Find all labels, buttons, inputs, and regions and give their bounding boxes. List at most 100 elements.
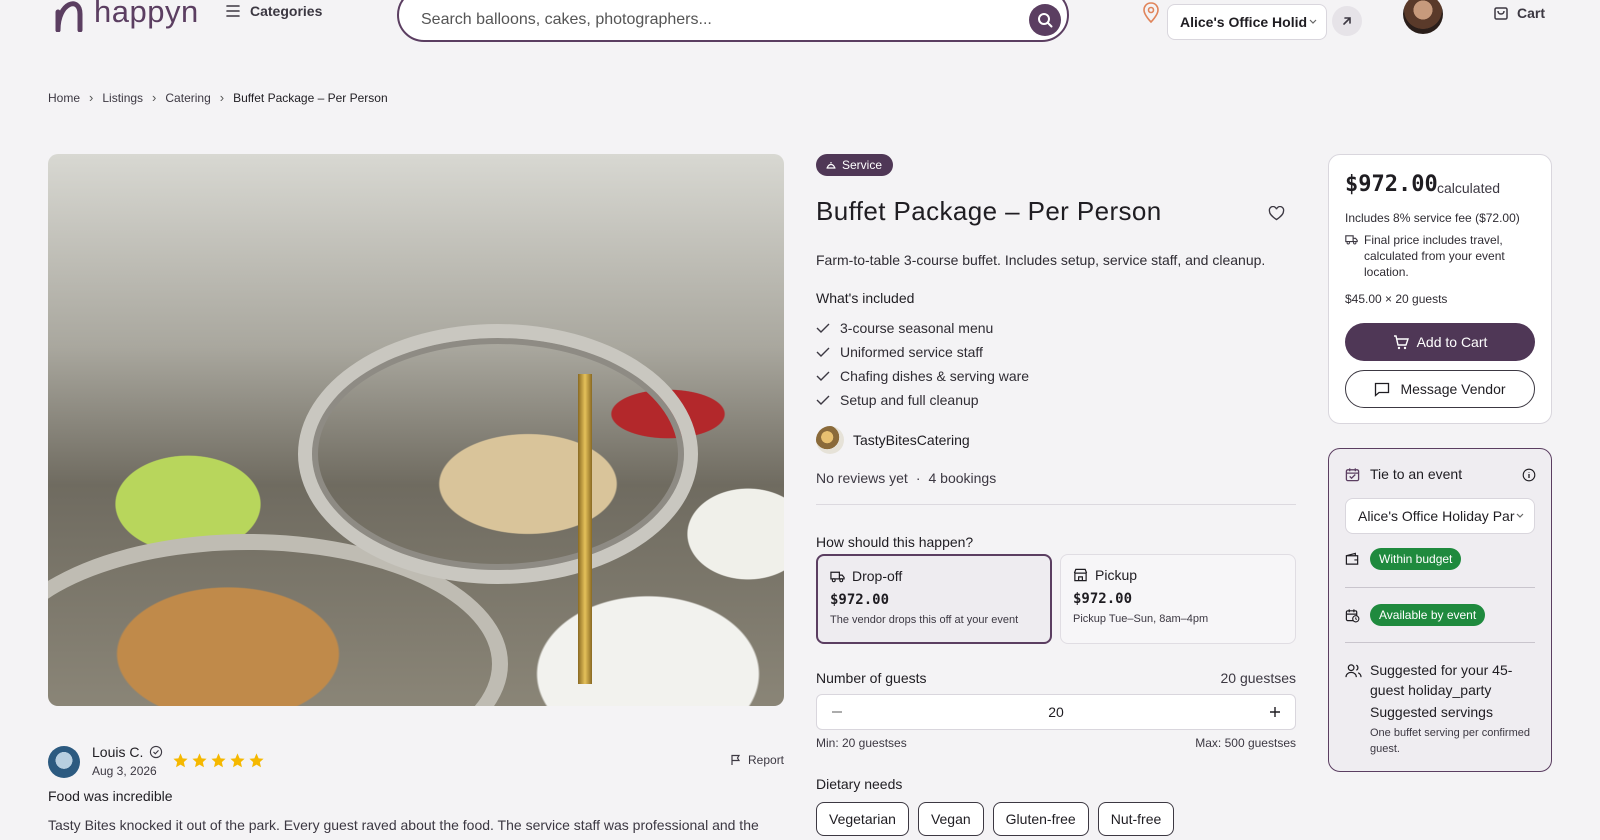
- add-to-cart-button[interactable]: Add to Cart: [1345, 323, 1535, 361]
- info-icon[interactable]: [1522, 468, 1536, 487]
- favorite-heart-icon[interactable]: [1268, 205, 1285, 226]
- user-avatar[interactable]: [1403, 0, 1443, 34]
- message-vendor-button[interactable]: Message Vendor: [1345, 370, 1535, 408]
- event-selector-label: Alice's Office Holid: [1180, 14, 1308, 30]
- star-icon: [173, 753, 188, 768]
- service-badge: Service: [816, 154, 894, 176]
- checkmark-icon: [816, 347, 830, 357]
- categories-label: Categories: [250, 3, 323, 19]
- plus-icon[interactable]: [1269, 706, 1281, 718]
- vendor-name: TastyBitesCatering: [853, 432, 970, 448]
- calendar-clock-icon: [1345, 608, 1360, 622]
- option-description: Pickup Tue–Sun, 8am–4pm: [1073, 613, 1209, 625]
- included-item: Setup and full cleanup: [816, 388, 1029, 412]
- star-icon: [249, 753, 264, 768]
- verified-icon: [150, 745, 163, 759]
- breadcrumb-listings[interactable]: Listings: [102, 91, 143, 105]
- chip-vegan[interactable]: Vegan: [917, 802, 984, 836]
- chip-gluten-free[interactable]: Gluten-free: [992, 802, 1089, 836]
- listing-photo[interactable]: [48, 154, 784, 706]
- happyn-logo-icon: [55, 1, 83, 32]
- star-icon: [230, 753, 245, 768]
- suggestion-title: Suggested for your 45-guest holiday_part…: [1370, 662, 1513, 698]
- truck-icon: [830, 571, 845, 582]
- location-pin-icon: [1143, 2, 1159, 29]
- cart-button[interactable]: Cart: [1493, 5, 1545, 21]
- chevron-right-icon: ›: [89, 90, 94, 105]
- included-item: 3-course seasonal menu: [816, 316, 1029, 340]
- calendar-icon: [1345, 467, 1360, 481]
- search-input[interactable]: [421, 1, 1029, 29]
- stats-separator: ·: [915, 470, 921, 486]
- suggestion: Suggested for your 45-guest holiday_part…: [1345, 660, 1530, 757]
- chat-bubble-icon: [1375, 382, 1390, 397]
- star-icon: [192, 753, 207, 768]
- included-item: Uniformed service staff: [816, 340, 1029, 364]
- open-event-button[interactable]: [1332, 6, 1362, 36]
- included-heading: What's included: [816, 290, 915, 306]
- option-pickup[interactable]: Pickup $972.00 Pickup Tue–Sun, 8am–4pm: [1060, 554, 1296, 644]
- divider: [1345, 642, 1535, 643]
- guests-value[interactable]: 20: [1048, 704, 1064, 720]
- chip-vegetarian[interactable]: Vegetarian: [816, 802, 909, 836]
- within-budget-pill: Within budget: [1370, 548, 1462, 570]
- fulfillment-heading: How should this happen?: [816, 534, 974, 550]
- report-button[interactable]: Report: [730, 753, 784, 767]
- option-price: $972.00: [830, 592, 890, 608]
- bookings-count: 4 bookings: [928, 470, 997, 486]
- available-pill: Available by event: [1370, 604, 1486, 626]
- arrow-up-right-icon: [1343, 17, 1351, 25]
- guests-min: Min: 20 guestses: [816, 736, 907, 750]
- logo[interactable]: happyn: [52, 0, 199, 32]
- categories-button[interactable]: Categories: [226, 3, 322, 19]
- breadcrumb-current: Buffet Package – Per Person: [233, 90, 388, 105]
- chevron-down-icon: [1517, 513, 1524, 518]
- event-dropdown[interactable]: Alice's Office Holiday Par: [1345, 498, 1535, 534]
- vendor-link[interactable]: TastyBitesCatering: [816, 426, 970, 454]
- checkmark-icon: [816, 395, 830, 405]
- event-dropdown-value: Alice's Office Holiday Par: [1358, 508, 1515, 524]
- price-breakdown: $45.00 × 20 guests: [1345, 292, 1448, 306]
- listing-description: Farm-to-table 3-course buffet. Includes …: [816, 252, 1266, 268]
- event-card-heading: Tie to an event: [1345, 466, 1462, 482]
- shopping-bag-icon: [1494, 7, 1508, 20]
- availability-status: Available by event: [1345, 604, 1486, 626]
- listing-stats: No reviews yet · 4 bookings: [816, 470, 996, 486]
- option-description: The vendor drops this off at your event: [830, 614, 1019, 626]
- included-list: 3-course seasonal menu Uniformed service…: [816, 316, 1029, 412]
- reviewer-name: Louis C.: [92, 744, 163, 760]
- shopping-cart-icon: [1393, 334, 1409, 349]
- users-icon: [1345, 664, 1362, 678]
- wallet-icon: [1345, 552, 1359, 565]
- report-label: Report: [748, 753, 785, 767]
- star-icon: [211, 753, 226, 768]
- suggestion-note: One buffet serving per confirmed guest.: [1370, 727, 1530, 755]
- dietary-heading: Dietary needs: [816, 776, 903, 792]
- chevron-right-icon: ›: [152, 90, 157, 105]
- search-button[interactable]: [1029, 4, 1061, 36]
- breadcrumb-catering[interactable]: Catering: [165, 91, 210, 105]
- event-selector[interactable]: Alice's Office Holid: [1167, 4, 1327, 40]
- reviewer-avatar: [48, 746, 80, 778]
- breadcrumb-home[interactable]: Home: [48, 91, 80, 105]
- chevron-down-icon: [1309, 19, 1317, 24]
- option-price: $972.00: [1073, 591, 1133, 607]
- minus-icon[interactable]: [831, 706, 843, 718]
- checkmark-icon: [816, 323, 830, 333]
- search-icon: [1038, 13, 1053, 28]
- logo-text: happyn: [94, 0, 199, 29]
- guests-max: Max: 500 guestses: [1195, 736, 1296, 750]
- chip-nut-free[interactable]: Nut-free: [1097, 802, 1175, 836]
- hamburger-menu-icon: [226, 5, 240, 17]
- flag-icon: [731, 754, 741, 765]
- budget-status: Within budget: [1345, 548, 1462, 570]
- included-item: Chafing dishes & serving ware: [816, 364, 1029, 388]
- option-dropoff[interactable]: Drop-off $972.00 The vendor drops this o…: [816, 554, 1052, 644]
- breadcrumb: Home › Listings › Catering › Buffet Pack…: [48, 90, 388, 105]
- vendor-avatar: [816, 426, 844, 454]
- service-bell-icon: [826, 162, 836, 169]
- divider: [816, 504, 1296, 505]
- review-date: Aug 3, 2026: [92, 764, 157, 778]
- total-price: $972.00: [1345, 172, 1438, 197]
- cart-label: Cart: [1517, 5, 1546, 21]
